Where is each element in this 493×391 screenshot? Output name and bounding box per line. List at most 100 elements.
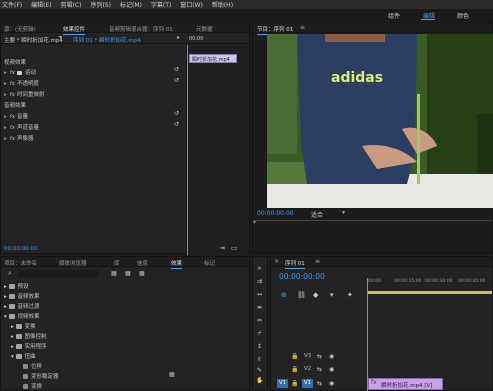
menu-sequence[interactable]: 序列(S) (91, 0, 112, 9)
tree-warp-stabilizer[interactable]: 变形稳定器 (23, 372, 59, 380)
snap-icon[interactable]: ⊕ (281, 291, 287, 299)
close-icon[interactable]: × (274, 258, 279, 265)
tree-image-control[interactable]: ▸ 图像控制 (11, 332, 47, 340)
menu-file[interactable]: 文件(F) (2, 0, 22, 9)
motion-effect[interactable]: ▸ fx 运动 (4, 68, 36, 76)
pen-tool-icon[interactable]: ✎ (256, 367, 263, 374)
expand-arrow-icon[interactable]: ▸ (11, 334, 16, 340)
tree-presets[interactable]: ▸ 预设 (4, 282, 29, 290)
track-label[interactable]: V3 (304, 353, 311, 359)
menu-help[interactable]: 帮助(H) (212, 0, 233, 9)
tab-metadata[interactable]: 元数据 (196, 25, 213, 33)
search-icon[interactable]: ⌕ (8, 269, 12, 278)
mini-playhead[interactable] (187, 45, 188, 255)
menu-marker[interactable]: 标记(M) (120, 0, 142, 9)
sequence-clip-label[interactable]: 序列 01 * 瞬时折加花.mp4 (73, 36, 141, 44)
tree-video-effects[interactable]: ▾ 视频效果 (4, 312, 40, 320)
expanded-arrow-icon[interactable]: ▾ (4, 314, 9, 320)
tab-effects[interactable]: 效果 (171, 259, 183, 269)
panel-menu-icon[interactable]: ≡ (315, 258, 320, 265)
effects-search-input[interactable] (18, 270, 98, 277)
mini-timeline-clip[interactable]: 瞬时折加花.mp4 (189, 54, 237, 63)
slip-tool-icon[interactable]: ↕ (256, 343, 263, 350)
channel-volume-effect[interactable]: ▸ fx 声道音量 (4, 123, 39, 131)
fx-badge-icon[interactable]: fx (10, 81, 15, 87)
tab-libraries[interactable]: 库 (114, 259, 120, 267)
fx-badge-icon[interactable]: fx (10, 125, 15, 131)
tree-utility[interactable]: ▸ 实用程序 (11, 342, 47, 350)
sync-lock-icon[interactable]: ⇆ (317, 353, 322, 360)
chevron-down-icon[interactable]: ▾ (342, 209, 345, 216)
timeline-playhead[interactable] (367, 278, 368, 391)
eye-icon[interactable]: ◉ (329, 366, 334, 373)
fx-badge-icon[interactable]: fx (10, 114, 15, 120)
slide-tool-icon[interactable]: ⇳ (256, 356, 263, 363)
tab-audio-clip-mixer[interactable]: 音频剪辑混合器：序列 01 (109, 25, 173, 33)
track-label[interactable]: V2 (304, 366, 311, 372)
tree-distort[interactable]: ▾ 扭曲 (11, 352, 36, 360)
lock-icon[interactable]: 🔒 (291, 380, 298, 387)
mini-timeline[interactable]: 瞬时折加花.mp4 (186, 45, 249, 255)
wrench-icon[interactable]: ✦ (347, 291, 353, 299)
menu-title[interactable]: 字幕(T) (151, 0, 171, 9)
tab-sequence[interactable]: 序列 01 (285, 259, 305, 269)
accelerated-effects-icon[interactable]: ▦ (111, 270, 117, 277)
ripple-edit-tool-icon[interactable]: ↔ (256, 291, 263, 298)
work-area-bar[interactable] (367, 291, 492, 294)
eye-icon[interactable]: ◉ (329, 380, 334, 387)
expand-arrow-icon[interactable]: ▸ (11, 324, 16, 330)
time-ruler[interactable]: 00:00 00:00:15:00 00:00:30:00 00:00:45:0… (367, 277, 492, 295)
tab-effect-controls[interactable]: 效果控件 (63, 25, 86, 35)
timeline-timecode[interactable]: 00:00:00:00 (279, 272, 325, 281)
expand-arrow-icon[interactable]: ▸ (4, 294, 9, 300)
fit-select[interactable]: 适合 (311, 210, 323, 219)
tab-program[interactable]: 节目：序列 01 (257, 25, 294, 35)
export-frame-icon[interactable]: ⇥ (219, 244, 225, 252)
sync-lock-icon[interactable]: ⇆ (317, 366, 322, 373)
tab-markers[interactable]: 标记 (204, 259, 215, 267)
tab-info[interactable]: 信息 (137, 259, 148, 267)
expanded-arrow-icon[interactable]: ▾ (11, 354, 16, 360)
panel-menu-icon[interactable]: ≡ (300, 24, 305, 31)
lock-icon[interactable]: 🔒 (291, 366, 298, 373)
32bit-effects-icon[interactable]: ▦ (125, 270, 131, 277)
expand-arrow-icon[interactable]: ▸ (4, 136, 7, 142)
tree-transform-item[interactable]: 变换 (23, 382, 42, 390)
expand-arrow-icon[interactable]: ▸ (4, 81, 7, 87)
reset-icon[interactable]: ↺ (174, 110, 179, 117)
expand-arrow-icon[interactable]: ▸ (11, 344, 16, 350)
yuv-effects-icon[interactable]: ▦ (139, 270, 145, 277)
track-label[interactable]: V1 (302, 379, 313, 388)
expand-arrow-icon[interactable]: ▸ (4, 284, 9, 290)
volume-effect[interactable]: ▸ fx 音量 (4, 112, 28, 120)
menu-window[interactable]: 窗口(W) (180, 0, 203, 9)
lock-icon[interactable]: 🔒 (291, 353, 298, 360)
sync-lock-icon[interactable]: ⇆ (317, 380, 322, 387)
program-video-frame[interactable]: adidas (267, 34, 493, 208)
master-clip-label[interactable]: 主要 * 瞬时折加花.mp4 (4, 36, 63, 44)
program-timecode[interactable]: 00:00:00:00 (257, 210, 294, 217)
workspace-color[interactable]: 颜色 (457, 11, 469, 20)
opacity-effect[interactable]: ▸ fx 不透明度 (4, 79, 39, 87)
expand-arrow-icon[interactable]: ▸ (4, 114, 7, 120)
rolling-edit-tool-icon[interactable]: ⇹ (256, 304, 263, 311)
reset-icon[interactable]: ↺ (174, 66, 179, 73)
expand-arrow-icon[interactable]: ▸ (4, 70, 7, 76)
tree-transform[interactable]: ▸ 变换 (11, 322, 36, 330)
time-remap-effect[interactable]: ▸ fx 时间重映射 (4, 90, 44, 98)
fx-badge-icon[interactable]: fx (10, 136, 15, 142)
tree-offset[interactable]: 位移 (23, 362, 42, 370)
expand-arrow-icon[interactable]: ▸ (4, 92, 7, 98)
link-icon[interactable]: ⛓ (297, 291, 306, 299)
chevron-down-icon[interactable]: ▾ (59, 34, 62, 41)
add-marker-icon[interactable]: ▾ (330, 291, 334, 299)
eye-icon[interactable]: ◉ (329, 353, 334, 360)
expand-arrow-icon[interactable]: ▸ (4, 125, 7, 131)
program-scrub-bar[interactable] (253, 220, 492, 221)
razor-tool-icon[interactable]: ⌿ (256, 330, 263, 337)
tab-project[interactable]: 项目：未命名 (4, 259, 37, 267)
menu-clip[interactable]: 剪辑(C) (61, 0, 82, 9)
source-patch-v1[interactable]: V1 (277, 379, 288, 388)
tree-audio-transitions[interactable]: ▸ 音频过渡 (4, 302, 40, 310)
fit-icon[interactable]: ▭ (231, 244, 238, 252)
